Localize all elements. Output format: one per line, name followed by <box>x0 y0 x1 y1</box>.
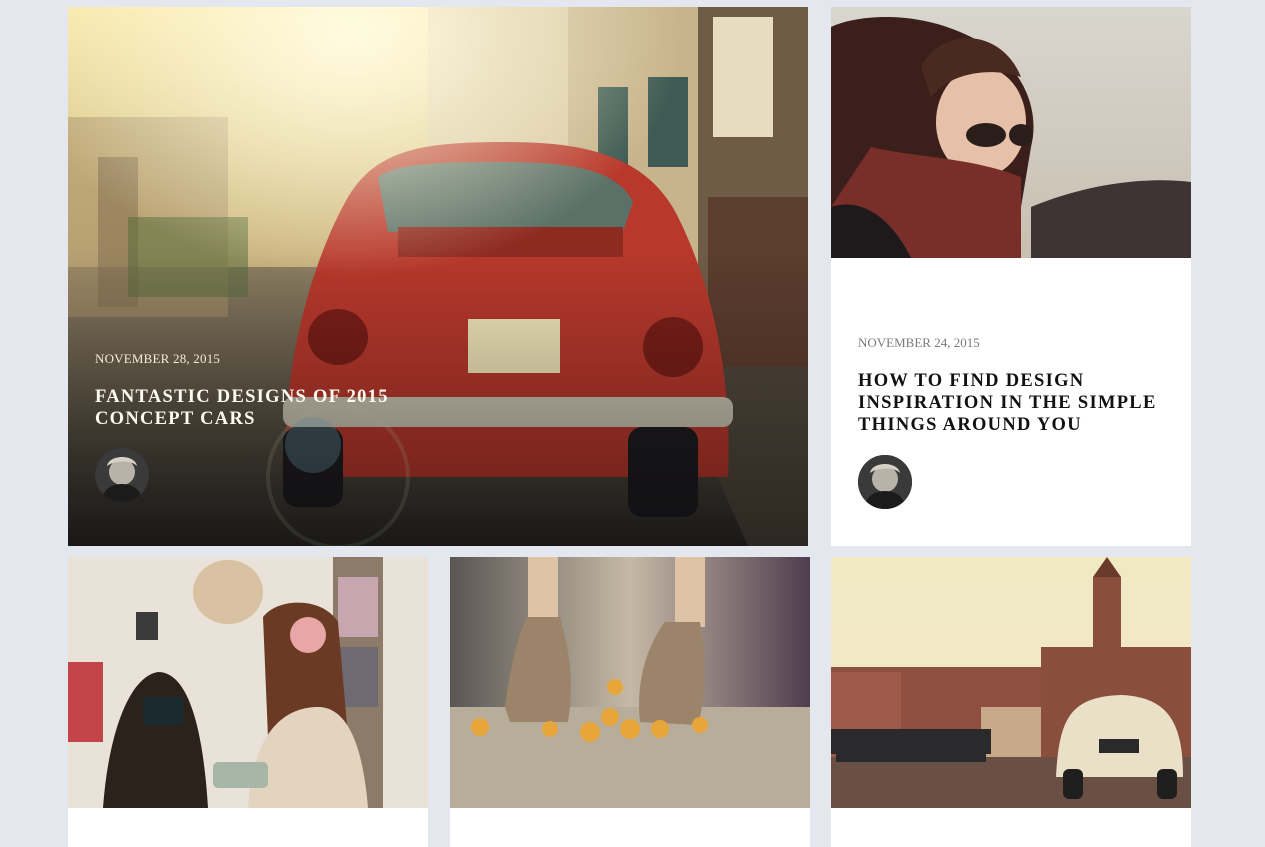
post-title[interactable]: HOW TO FIND DESIGN INSPIRATION IN THE SI… <box>858 370 1168 436</box>
post-image[interactable] <box>831 557 1191 808</box>
post-date: NOVEMBER 24, 2015 <box>858 335 980 350</box>
post-image[interactable] <box>68 557 428 808</box>
post-image[interactable] <box>450 557 810 808</box>
post-card[interactable] <box>831 557 1191 847</box>
post-image[interactable] <box>831 7 1191 258</box>
featured-post-image[interactable] <box>68 7 808 546</box>
post-date: NOVEMBER 28, 2015 <box>95 351 221 366</box>
author-avatar[interactable] <box>858 455 912 509</box>
featured-post-card[interactable]: NOVEMBER 28, 2015 FANTASTIC DESIGNS OF 2… <box>68 7 808 546</box>
post-title[interactable]: FANTASTIC DESIGNS OF 2015 CONCEPT CARS <box>95 386 425 430</box>
post-card[interactable]: NOVEMBER 24, 2015 HOW TO FIND DESIGN INS… <box>831 7 1191 546</box>
author-avatar[interactable] <box>95 448 149 502</box>
post-card[interactable] <box>68 557 428 847</box>
post-card[interactable] <box>450 557 810 847</box>
